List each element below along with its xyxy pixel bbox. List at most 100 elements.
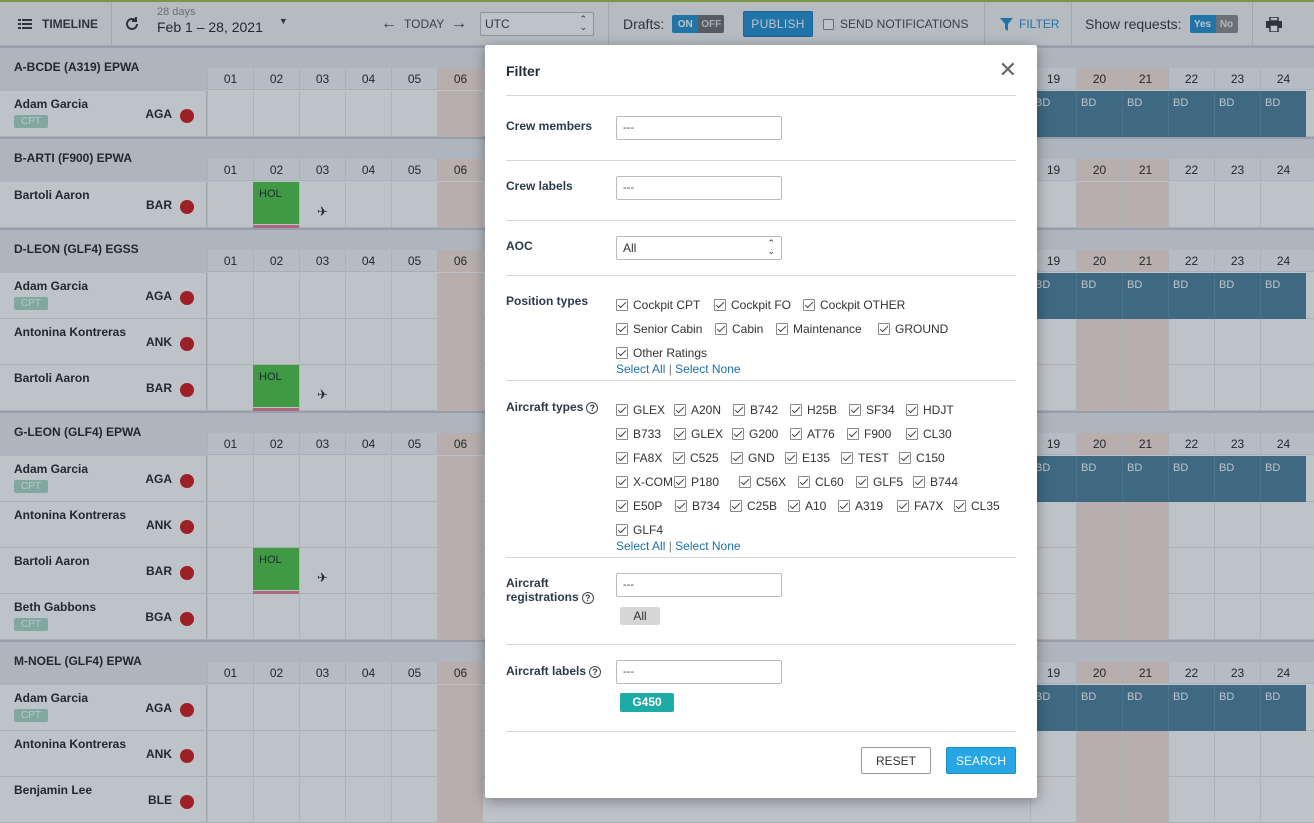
- aoc-label: AOC: [506, 239, 533, 253]
- close-icon[interactable]: ✕: [999, 59, 1017, 81]
- checkbox-checked-icon: [906, 428, 918, 440]
- checkbox-label: F900: [864, 427, 892, 441]
- aoc-select[interactable]: All ⌃ ⌄: [616, 236, 782, 260]
- checkbox-label: C56X: [756, 475, 787, 489]
- aircraft-type-checkbox[interactable]: F900: [847, 427, 891, 441]
- aircraft-type-checkbox[interactable]: A10: [788, 499, 826, 513]
- checkbox-label: GND: [748, 451, 775, 465]
- aircraft-select-links: Select All | Select None: [616, 539, 741, 553]
- select-arrows-icon: ⌃ ⌄: [767, 238, 775, 256]
- aircraft-type-checkbox[interactable]: FA7X: [897, 499, 943, 513]
- checkbox-label: FA8X: [633, 451, 663, 465]
- checkbox-checked-icon: [954, 500, 966, 512]
- aircraft-types-text: Aircraft types: [506, 400, 584, 414]
- checkbox-label: Cockpit FO: [731, 298, 792, 312]
- aircraft-labels-text: Aircraft labels: [506, 664, 587, 678]
- aircraft-type-checkbox[interactable]: C525: [673, 451, 719, 465]
- aircraft-type-checkbox[interactable]: G200: [732, 427, 778, 441]
- help-icon[interactable]: ?: [586, 401, 599, 414]
- aircraft-type-checkbox[interactable]: E135: [785, 451, 830, 465]
- checkbox-checked-icon: [674, 404, 686, 416]
- aircraft-type-checkbox[interactable]: SF34: [849, 403, 895, 417]
- aircraft-labels-input[interactable]: ---: [616, 660, 782, 684]
- aircraft-type-checkbox[interactable]: GND: [731, 451, 775, 465]
- link-separator: |: [668, 539, 672, 553]
- checkbox-checked-icon: [730, 500, 742, 512]
- aircraft-type-checkbox[interactable]: AT76: [790, 427, 835, 441]
- crew-labels-input[interactable]: ---: [616, 176, 782, 200]
- aircraft-type-checkbox[interactable]: A20N: [674, 403, 721, 417]
- checkbox-label: E50P: [633, 499, 663, 513]
- help-icon[interactable]: ?: [589, 665, 602, 678]
- aircraft-type-checkbox[interactable]: C150: [899, 451, 945, 465]
- aircraft-registrations-placeholder: ---: [623, 579, 634, 591]
- aircraft-type-checkbox[interactable]: GLF5: [856, 475, 903, 489]
- aircraft-type-checkbox[interactable]: E50P: [616, 499, 662, 513]
- checkbox-checked-icon: [897, 500, 909, 512]
- checkbox-checked-icon: [838, 500, 850, 512]
- crew-members-input[interactable]: ---: [616, 116, 782, 140]
- aircraft-type-checkbox[interactable]: HDJT: [906, 403, 954, 417]
- aircraft-registrations-input[interactable]: ---: [616, 573, 782, 597]
- position-type-checkbox[interactable]: Senior Cabin: [616, 322, 702, 336]
- position-select-all[interactable]: Select All: [616, 362, 665, 376]
- aircraft-select-all[interactable]: Select All: [616, 539, 665, 553]
- aircraft-type-checkbox[interactable]: C56X: [739, 475, 786, 489]
- checkbox-checked-icon: [849, 404, 861, 416]
- checkbox-label: B733: [633, 427, 662, 441]
- checkbox-checked-icon: [616, 404, 628, 416]
- checkbox-checked-icon: [739, 476, 751, 488]
- aircraft-label-tag[interactable]: G450: [620, 693, 674, 712]
- search-button[interactable]: SEARCH: [946, 747, 1016, 774]
- aircraft-type-checkbox[interactable]: CL60: [798, 475, 844, 489]
- checkbox-checked-icon: [803, 299, 815, 311]
- position-type-checkbox[interactable]: Maintenance: [776, 322, 862, 336]
- checkbox-label: GLF5: [873, 475, 904, 489]
- position-type-checkbox[interactable]: Cockpit FO: [714, 298, 791, 312]
- checkbox-checked-icon: [616, 524, 628, 536]
- checkbox-checked-icon: [776, 323, 788, 335]
- position-type-checkbox[interactable]: Cabin: [715, 322, 763, 336]
- checkbox-checked-icon: [788, 500, 800, 512]
- aircraft-type-checkbox[interactable]: B742: [733, 403, 778, 417]
- aircraft-type-checkbox[interactable]: CL30: [906, 427, 952, 441]
- aircraft-type-checkbox[interactable]: B734: [675, 499, 720, 513]
- aircraft-type-checkbox[interactable]: H25B: [790, 403, 837, 417]
- position-type-checkbox[interactable]: Other Ratings: [616, 346, 707, 360]
- aircraft-type-checkbox[interactable]: B733: [616, 427, 661, 441]
- help-icon[interactable]: ?: [581, 591, 594, 604]
- aircraft-type-checkbox[interactable]: A319: [838, 499, 883, 513]
- checkbox-label: C25B: [747, 499, 778, 513]
- checkbox-label: B734: [692, 499, 721, 513]
- aircraft-type-checkbox[interactable]: FA8X: [616, 451, 662, 465]
- checkbox-checked-icon: [616, 452, 628, 464]
- aircraft-type-checkbox[interactable]: B744: [913, 475, 958, 489]
- checkbox-checked-icon: [674, 476, 686, 488]
- aircraft-select-none[interactable]: Select None: [675, 539, 740, 553]
- aircraft-type-checkbox[interactable]: C25B: [730, 499, 777, 513]
- position-type-checkbox[interactable]: GROUND: [878, 322, 948, 336]
- aircraft-type-checkbox[interactable]: TEST: [841, 451, 889, 465]
- checkbox-checked-icon: [856, 476, 868, 488]
- checkbox-label: G200: [749, 427, 779, 441]
- checkbox-label: AT76: [807, 427, 835, 441]
- aircraft-type-checkbox[interactable]: GLEX: [616, 403, 665, 417]
- position-type-checkbox[interactable]: Cockpit OTHER: [803, 298, 905, 312]
- checkbox-label: P180: [691, 475, 720, 489]
- checkbox-label: Cabin: [732, 322, 764, 336]
- aircraft-type-checkbox[interactable]: P180: [674, 475, 719, 489]
- registrations-tag[interactable]: All: [620, 607, 660, 625]
- aircraft-type-checkbox[interactable]: CL35: [954, 499, 1000, 513]
- checkbox-label: HDJT: [923, 403, 954, 417]
- checkbox-checked-icon: [616, 500, 628, 512]
- position-type-checkbox[interactable]: Cockpit CPT: [616, 298, 700, 312]
- position-select-none[interactable]: Select None: [675, 362, 740, 376]
- checkbox-label: GLEX: [691, 427, 724, 441]
- position-select-links: Select All | Select None: [616, 362, 741, 376]
- aircraft-type-checkbox[interactable]: GLEX: [674, 427, 723, 441]
- aircraft-type-checkbox[interactable]: X-COM: [616, 475, 673, 489]
- crew-members-label: Crew members: [506, 119, 593, 133]
- checkbox-checked-icon: [841, 452, 853, 464]
- reset-button[interactable]: RESET: [861, 747, 931, 774]
- aircraft-type-checkbox[interactable]: GLF4: [616, 523, 663, 537]
